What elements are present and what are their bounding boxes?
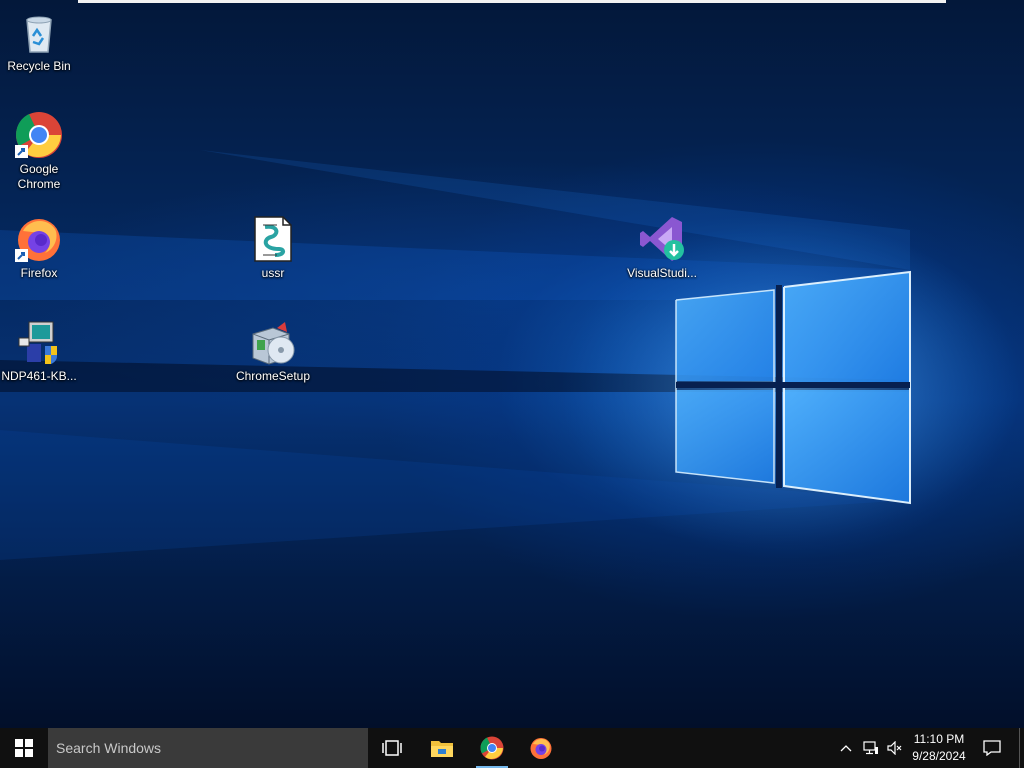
start-button[interactable] <box>0 728 48 768</box>
desktop-icon-label: Firefox <box>20 266 58 280</box>
file-explorer-icon <box>431 741 453 757</box>
chevron-up-icon <box>840 745 852 752</box>
clock-time: 11:10 PM <box>913 732 965 746</box>
firefox-icon <box>530 738 552 759</box>
network-button[interactable] <box>860 728 882 768</box>
show-hidden-icons-button[interactable] <box>836 728 856 768</box>
desktop-icon-visualstudio[interactable]: VisualStudi... <box>624 215 700 281</box>
file-explorer-button[interactable] <box>418 728 466 768</box>
desktop-icon-label: VisualStudi... <box>627 266 697 280</box>
task-view-button[interactable] <box>368 728 416 768</box>
visual-studio-installer-icon <box>640 217 684 261</box>
desktop-icon-ndp461[interactable]: NDP461-KB... <box>1 318 77 384</box>
installer-icon <box>18 321 57 364</box>
show-desktop-divider[interactable] <box>1019 728 1020 768</box>
volume-button[interactable] <box>884 728 906 768</box>
recycle-bin-icon <box>26 16 52 53</box>
action-center-button[interactable] <box>978 728 1006 768</box>
desktop-icon-firefox[interactable]: Firefox <box>1 215 77 281</box>
desktop-icon-label: ussr <box>261 266 285 280</box>
desktop-icon-label: ChromeSetup <box>235 369 311 383</box>
chrome-icon <box>480 736 504 760</box>
desktop-icon-recycle-bin[interactable]: Recycle Bin <box>1 8 77 74</box>
taskbar: Search Windows 11:10 PM 9/28/2024 <box>0 728 1024 768</box>
firefox-taskbar-button[interactable] <box>517 728 565 768</box>
windows-logo-icon <box>15 739 33 757</box>
wallpaper <box>0 150 1020 560</box>
notification-icon <box>983 740 1001 756</box>
chrome-taskbar-button[interactable] <box>468 728 516 768</box>
network-icon <box>863 741 878 755</box>
clock-date: 9/28/2024 <box>912 749 966 763</box>
desktop-icon-google-chrome[interactable]: Google Chrome <box>1 111 77 192</box>
firefox-icon <box>15 219 60 262</box>
desktop-icon-label: NDP461-KB... <box>1 369 77 383</box>
task-view-icon <box>382 740 402 756</box>
volume-muted-icon <box>887 741 902 755</box>
desktop-icon-ussr[interactable]: ussr <box>235 215 311 281</box>
script-file-icon <box>254 216 292 262</box>
desktop: Recycle Bin Google Chrome Firefox NDP461… <box>0 0 1024 728</box>
clock[interactable]: 11:10 PM 9/28/2024 <box>906 731 972 765</box>
desktop-icon-label: Recycle Bin <box>7 59 71 73</box>
setup-package-icon <box>252 322 295 365</box>
chrome-icon <box>15 112 62 158</box>
desktop-icon-label: Google Chrome <box>17 162 61 191</box>
search-input[interactable]: Search Windows <box>48 728 368 768</box>
desktop-icon-chromesetup[interactable]: ChromeSetup <box>235 318 311 384</box>
